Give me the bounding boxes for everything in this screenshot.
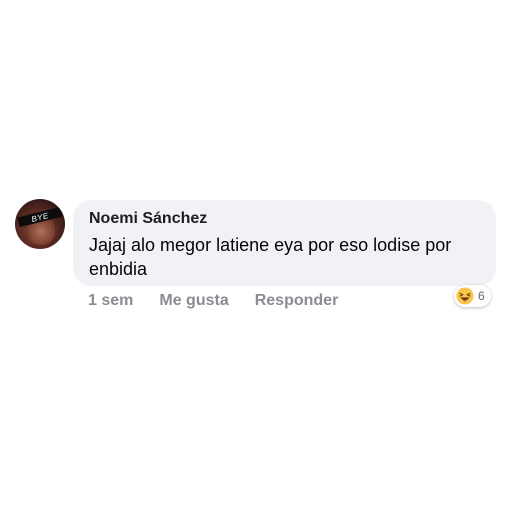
comment-actions: 1 sem Me gusta Responder — [88, 292, 338, 310]
avatar[interactable]: BYE — [15, 199, 65, 249]
like-button[interactable]: Me gusta — [159, 292, 228, 310]
reaction-badge[interactable]: 6 — [454, 285, 491, 307]
comment-bubble: Noemi Sánchez Jajaj alo megor latiene ey… — [73, 200, 496, 286]
comment-text: Jajaj alo megor latiene eya por eso lodi… — [89, 235, 452, 279]
comment-timestamp[interactable]: 1 sem — [88, 292, 133, 310]
comment-author[interactable]: Noemi Sánchez — [89, 210, 207, 228]
laughing-emoji-icon — [456, 287, 474, 305]
reaction-count: 6 — [478, 289, 485, 303]
reply-button[interactable]: Responder — [255, 292, 339, 310]
comment-canvas: BYE Noemi Sánchez Jajaj alo megor latien… — [0, 0, 512, 512]
